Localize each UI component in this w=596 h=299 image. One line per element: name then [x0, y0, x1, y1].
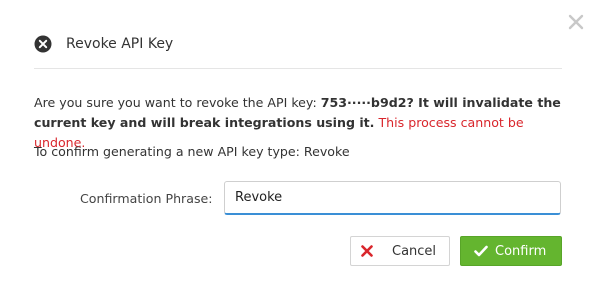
checkmark-icon [474, 245, 488, 257]
confirm-button[interactable]: Confirm [460, 236, 562, 266]
confirm-button-label: Confirm [495, 243, 547, 259]
confirmation-phrase-input[interactable] [224, 181, 561, 215]
warning-prefix: Are you sure you want to revoke the API … [34, 95, 321, 110]
confirm-hint: To confirm generating a new API key type… [34, 144, 350, 159]
revoke-api-key-dialog: Revoke API Key Are you sure you want to … [0, 0, 596, 299]
x-icon [361, 245, 373, 257]
circle-x-icon [34, 35, 52, 53]
close-icon[interactable] [566, 12, 586, 32]
confirmation-phrase-label: Confirmation Phrase: [80, 191, 213, 206]
dialog-title: Revoke API Key [66, 36, 174, 52]
cancel-button-label: Cancel [392, 243, 437, 259]
api-key-masked: 753·····b9d2? [320, 95, 414, 110]
header-divider [34, 68, 562, 69]
cancel-button[interactable]: Cancel [350, 236, 450, 266]
dialog-header: Revoke API Key [34, 30, 173, 58]
